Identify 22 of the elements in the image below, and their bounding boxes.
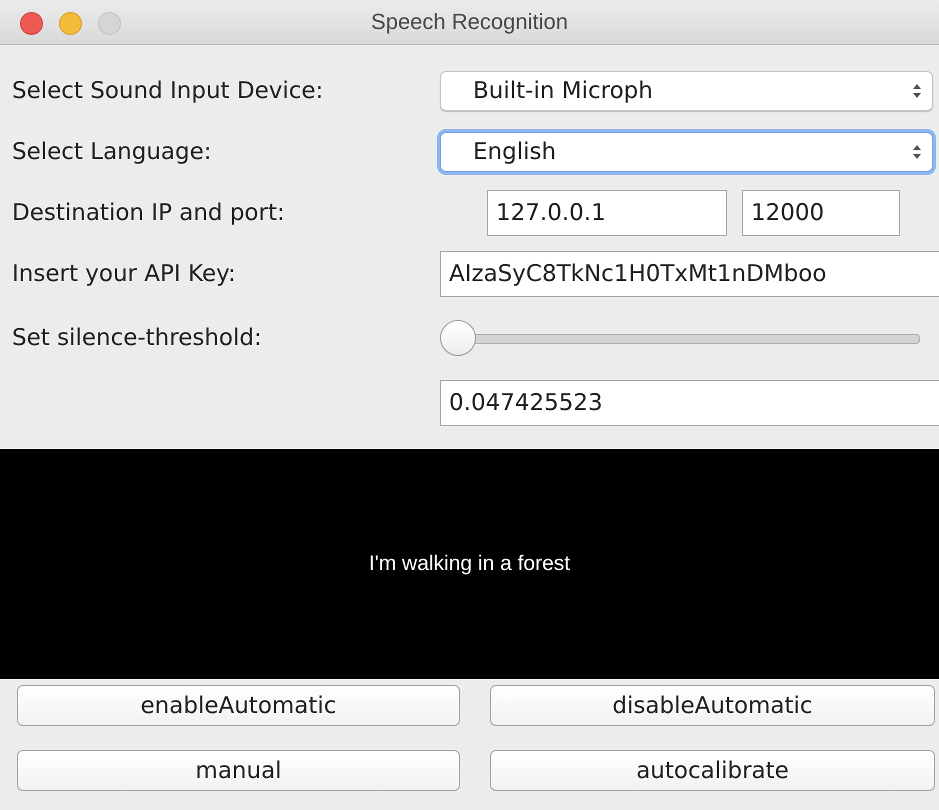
- transcript-text: I'm walking in a forest: [368, 552, 570, 576]
- action-button[interactable]: autocalibrate: [490, 750, 935, 791]
- field-label: Set silence-threshold:: [12, 325, 262, 351]
- input-field[interactable]: 0.047425523: [440, 380, 939, 426]
- action-button[interactable]: enableAutomatic: [17, 685, 460, 726]
- port-field[interactable]: 12000: [742, 190, 900, 236]
- slider-thumb[interactable]: [440, 320, 476, 356]
- input-field[interactable]: AIzaSyC8TkNc1H0TxMt1nDMboo: [440, 250, 939, 296]
- action-button[interactable]: manual: [17, 750, 460, 791]
- ip-field[interactable]: 127.0.0.1: [487, 190, 727, 236]
- action-button[interactable]: disableAutomatic: [490, 685, 935, 726]
- window-title: Speech Recognition: [371, 9, 568, 35]
- field-label: Insert your API Key:: [12, 260, 236, 286]
- dropdown[interactable]: Built-in Microph: [440, 70, 933, 110]
- close-button[interactable]: [20, 12, 43, 35]
- zoom-button[interactable]: [98, 12, 121, 35]
- minimize-button[interactable]: [59, 12, 82, 35]
- field-label: Select Sound Input Device:: [12, 78, 324, 104]
- up-down-arrows-icon: [912, 82, 922, 100]
- field-label: Destination IP and port:: [12, 200, 285, 226]
- up-down-arrows-icon: [912, 142, 922, 160]
- field-label: Select Language:: [12, 138, 212, 164]
